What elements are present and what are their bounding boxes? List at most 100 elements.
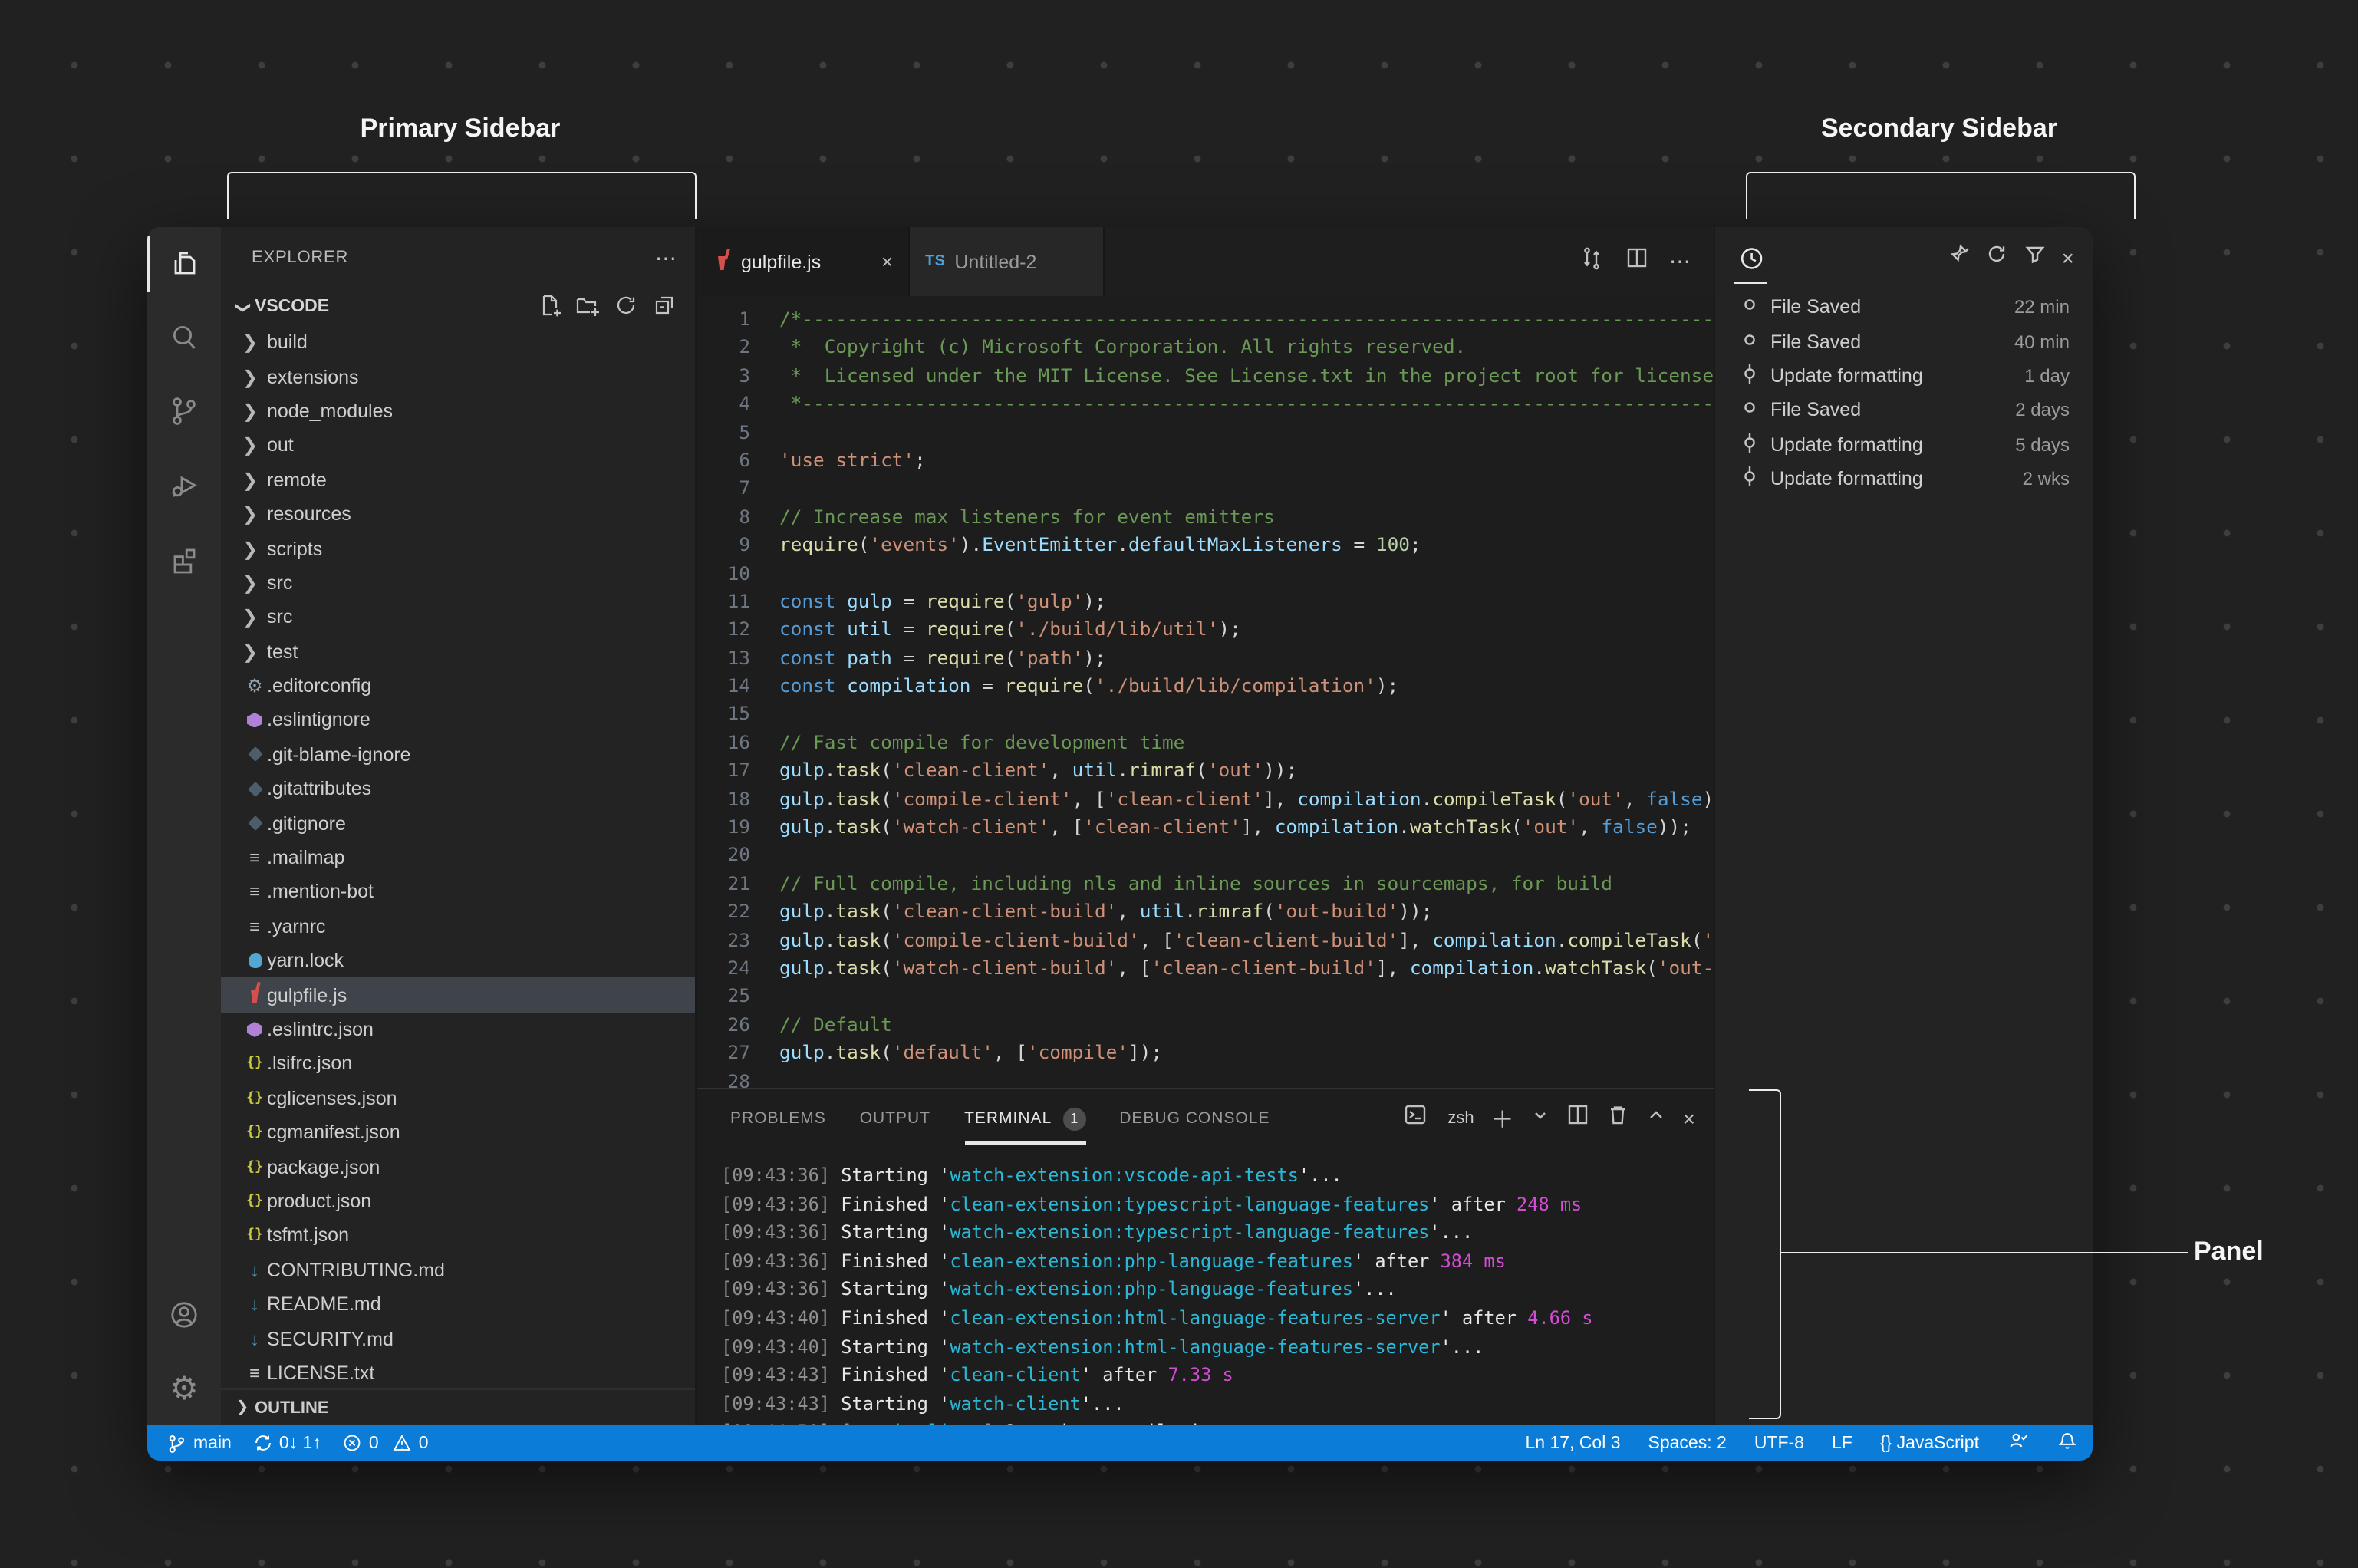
tree-row-.eslintrc.json[interactable]: .eslintrc.json — [221, 1013, 695, 1047]
timeline-item[interactable]: Update formatting2 wks — [1715, 462, 2093, 496]
tree-row-.eslintignore[interactable]: .eslintignore — [221, 703, 695, 738]
source-control-icon[interactable] — [147, 374, 221, 448]
close-icon[interactable]: × — [881, 250, 893, 273]
tab-gulpfile[interactable]: gulpfile.js × — [697, 227, 910, 296]
tree-row-gulpfile.js[interactable]: gulpfile.js — [221, 978, 695, 1013]
terminal-line: [09:43:43] Starting 'watch-client'... — [721, 1390, 1714, 1418]
refresh-icon[interactable] — [1985, 242, 2008, 273]
outline-section-header[interactable]: ❯ OUTLINE — [221, 1388, 695, 1425]
tree-row-src[interactable]: ❯src — [221, 600, 695, 634]
tree-row-scripts[interactable]: ❯scripts — [221, 532, 695, 566]
tree-row-.gitattributes[interactable]: .gitattributes — [221, 772, 695, 806]
code-line: 9require('events').EventEmitter.defaultM… — [697, 531, 1714, 559]
tree-row-src[interactable]: ❯src — [221, 565, 695, 600]
new-terminal-icon[interactable]: ＋ — [1491, 1102, 1514, 1135]
code-text: const util = require('./build/lib/util')… — [750, 616, 1241, 644]
editor-actions: ⋯ — [1579, 227, 1714, 296]
tree-row-.git-blame-ignore[interactable]: .git-blame-ignore — [221, 737, 695, 772]
tree-item-label: .eslintrc.json — [267, 1019, 374, 1040]
timeline-history-icon[interactable] — [1731, 238, 1770, 278]
status-item-lf[interactable]: LF — [1832, 1434, 1852, 1452]
tree-row-.mailmap[interactable]: .mailmap — [221, 841, 695, 875]
tree-row-.gitignore[interactable]: .gitignore — [221, 806, 695, 841]
sync-status[interactable]: 0↓ 1↑ — [253, 1433, 321, 1453]
tree-row-CONTRIBUTING.md[interactable]: CONTRIBUTING.md — [221, 1253, 695, 1287]
tree-row-cglicenses.json[interactable]: cglicenses.json — [221, 1081, 695, 1115]
timeline-item[interactable]: File Saved22 min — [1715, 290, 2093, 324]
panel-actions: zsh ＋ × — [1403, 1102, 1695, 1135]
account-icon[interactable] — [147, 1278, 221, 1352]
explorer-icon[interactable] — [147, 227, 221, 301]
workspace-section-header[interactable]: ❯ VSCODE — [221, 288, 695, 325]
tree-row-.mention-bot[interactable]: .mention-bot — [221, 875, 695, 910]
tree-item-label: product.json — [267, 1191, 371, 1212]
tree-row-extensions[interactable]: ❯extensions — [221, 360, 695, 394]
tree-row-out[interactable]: ❯out — [221, 428, 695, 463]
kill-terminal-icon[interactable] — [1606, 1103, 1629, 1134]
tree-row-yarn.lock[interactable]: yarn.lock — [221, 944, 695, 978]
settings-gear-icon[interactable]: ⚙ — [147, 1352, 221, 1425]
timeline-item[interactable]: Update formatting1 day — [1715, 359, 2093, 394]
tree-item-label: .editorconfig — [267, 675, 371, 697]
tree-row-.editorconfig[interactable]: .editorconfig — [221, 669, 695, 703]
code-editor[interactable]: 1/*-------------------------------------… — [697, 296, 1714, 1088]
status-item--javascript[interactable]: {} JavaScript — [1880, 1434, 1979, 1452]
status-item-spaces-2[interactable]: Spaces: 2 — [1648, 1434, 1727, 1452]
timeline-item[interactable]: Update formatting5 days — [1715, 427, 2093, 462]
tree-row-.yarnrc[interactable]: .yarnrc — [221, 909, 695, 944]
split-terminal-icon[interactable] — [1566, 1103, 1589, 1134]
collapse-all-icon[interactable] — [652, 292, 677, 321]
new-file-icon[interactable] — [537, 292, 562, 321]
panel-tab-problems[interactable]: PROBLEMS — [730, 1109, 826, 1128]
panel-tab-output[interactable]: OUTPUT — [860, 1109, 930, 1128]
close-icon[interactable]: × — [2062, 245, 2074, 270]
tree-row-README.md[interactable]: README.md — [221, 1287, 695, 1322]
new-folder-icon[interactable] — [575, 292, 600, 321]
feedback-icon[interactable] — [2007, 1430, 2030, 1456]
pin-icon[interactable] — [1947, 242, 1970, 273]
notifications-bell-icon[interactable] — [2057, 1430, 2077, 1456]
timeline-item[interactable]: File Saved2 days — [1715, 393, 2093, 427]
explorer-more-actions-icon[interactable]: ⋯ — [655, 245, 677, 271]
tree-row-resources[interactable]: ❯resources — [221, 497, 695, 532]
panel-tab-debug-console[interactable]: DEBUG CONSOLE — [1119, 1109, 1270, 1128]
tree-row-cgmanifest.json[interactable]: cgmanifest.json — [221, 1115, 695, 1150]
close-panel-icon[interactable]: × — [1683, 1106, 1695, 1131]
line-number: 12 — [697, 616, 750, 644]
tree-row-tsfmt.json[interactable]: tsfmt.json — [221, 1218, 695, 1253]
terminal-output[interactable]: [09:43:36] Starting 'watch-extension:vsc… — [697, 1148, 1714, 1425]
tree-row-product.json[interactable]: product.json — [221, 1184, 695, 1219]
tree-row-build[interactable]: ❯build — [221, 325, 695, 360]
tree-row-remote[interactable]: ❯remote — [221, 463, 695, 497]
tree-row-LICENSE.txt[interactable]: LICENSE.txt — [221, 1356, 695, 1388]
tab-untitled[interactable]: TS Untitled-2 — [910, 227, 1105, 296]
split-editor-icon[interactable] — [1625, 245, 1649, 278]
status-item-ln-17-col-3[interactable]: Ln 17, Col 3 — [1525, 1434, 1620, 1452]
tree-row-.lsifrc.json[interactable]: .lsifrc.json — [221, 1046, 695, 1081]
shell-name[interactable]: zsh — [1447, 1109, 1474, 1128]
search-icon[interactable] — [147, 301, 221, 374]
file-tree[interactable]: ❯build❯extensions❯node_modules❯out❯remot… — [221, 325, 695, 1388]
tree-row-package.json[interactable]: package.json — [221, 1150, 695, 1184]
tab-label: Untitled-2 — [954, 251, 1036, 272]
panel-tab-label: OUTPUT — [860, 1109, 930, 1128]
compare-changes-icon[interactable] — [1579, 245, 1605, 278]
timeline-item[interactable]: File Saved40 min — [1715, 324, 2093, 359]
warnings-icon — [391, 1433, 413, 1453]
refresh-explorer-icon[interactable] — [614, 292, 638, 321]
tree-row-SECURITY.md[interactable]: SECURITY.md — [221, 1322, 695, 1356]
tree-item-label: CONTRIBUTING.md — [267, 1259, 445, 1280]
filter-icon[interactable] — [2024, 242, 2047, 273]
tree-row-test[interactable]: ❯test — [221, 634, 695, 669]
more-actions-icon[interactable]: ⋯ — [1669, 249, 1692, 275]
status-item-utf-8[interactable]: UTF-8 — [1754, 1434, 1804, 1452]
maximize-panel-icon[interactable] — [1646, 1105, 1666, 1132]
tree-row-node_modules[interactable]: ❯node_modules — [221, 394, 695, 429]
extensions-icon[interactable] — [147, 522, 221, 595]
problems-status[interactable]: 0 0 — [343, 1433, 429, 1453]
panel-tab-terminal[interactable]: TERMINAL1 — [964, 1107, 1085, 1130]
line-number: 22 — [697, 898, 750, 926]
terminal-dropdown-icon[interactable] — [1531, 1105, 1549, 1132]
run-debug-icon[interactable] — [147, 448, 221, 522]
branch-status[interactable]: main — [166, 1432, 232, 1454]
